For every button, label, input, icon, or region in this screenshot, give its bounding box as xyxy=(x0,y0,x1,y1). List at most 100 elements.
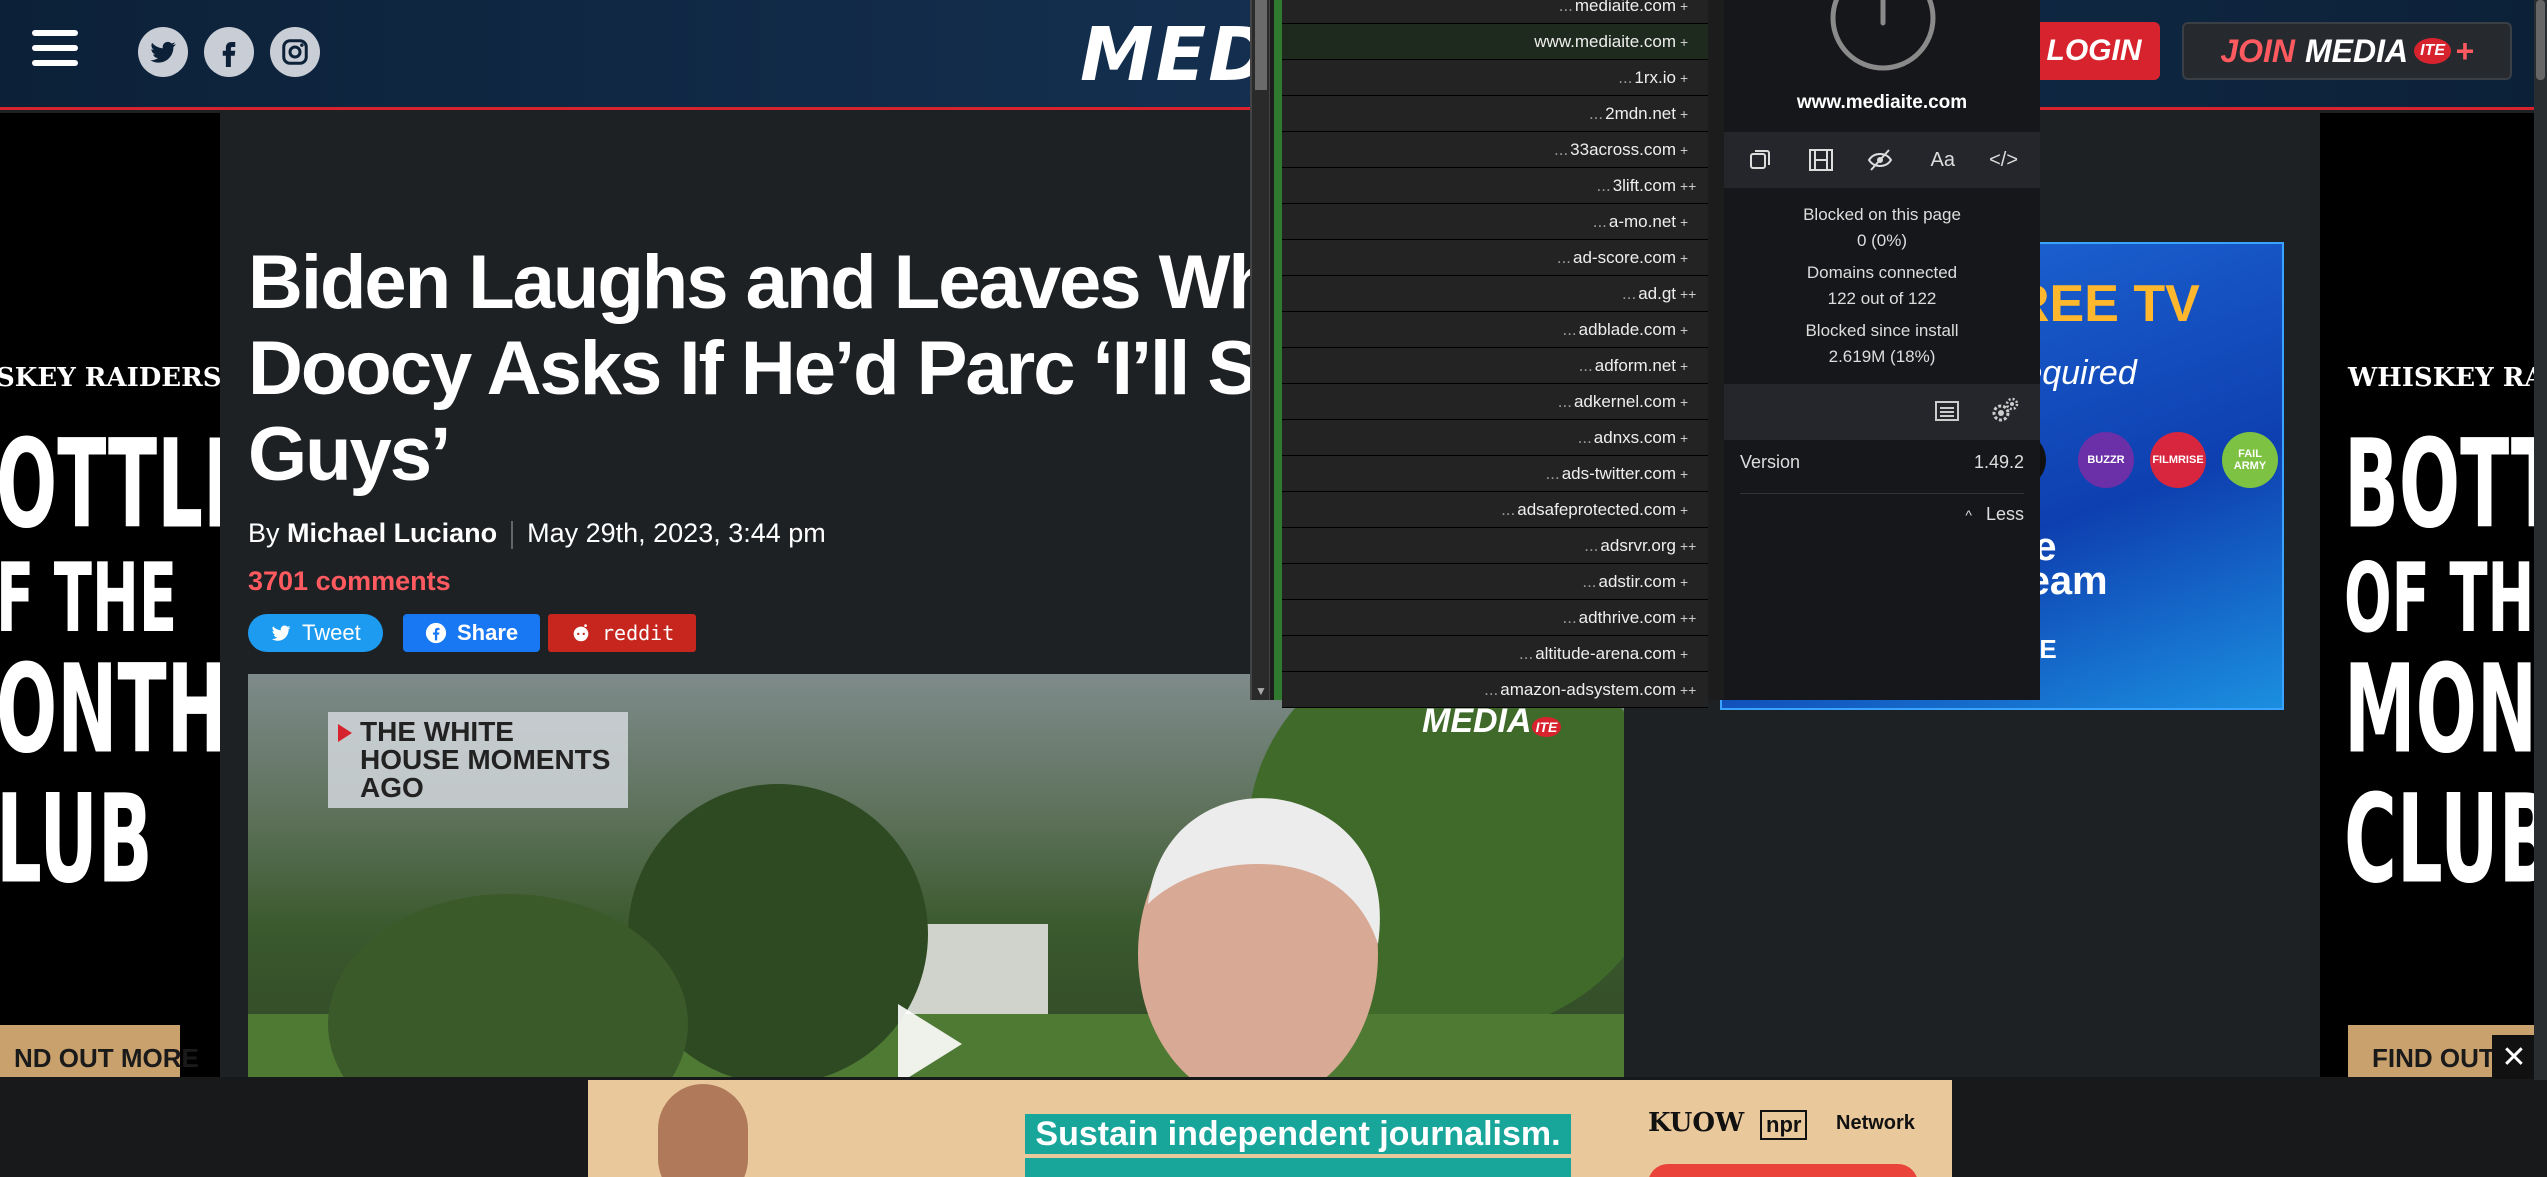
domain-name: adkernel.com xyxy=(1573,391,1676,411)
blocked-since-install-label: Blocked since install xyxy=(1805,321,1959,340)
left-ad-line-3: ONTH xyxy=(0,637,220,781)
domains-connected-value: 122 out of 122 xyxy=(1827,289,1937,308)
left-side-ad[interactable]: SKEY RAIDERS OTTLE F THE ONTH LUB ND OUT… xyxy=(0,113,220,1090)
domain-name: 1rx.io xyxy=(1634,67,1676,87)
byline-divider xyxy=(511,520,514,549)
domain-name: adblade.com xyxy=(1578,319,1676,339)
domain-request-count: + xyxy=(1680,393,1689,410)
ublock-domain-row[interactable]: ... a-mo.net + xyxy=(1282,204,1708,240)
ublock-domain-row[interactable]: ... adkernel.com + xyxy=(1282,384,1708,420)
domains-connected-label: Domains connected xyxy=(1806,263,1958,282)
byline-prefix: By xyxy=(248,518,280,548)
join-plus-label: + xyxy=(2455,32,2474,69)
domain-request-count: ++ xyxy=(1680,177,1697,194)
ublock-domain-row[interactable]: ... adsafeprotected.com + xyxy=(1282,492,1708,528)
ublock-domain-row[interactable]: ... altitude-arena.com + xyxy=(1282,636,1708,672)
domain-name: mediaite.com xyxy=(1574,0,1676,15)
twitter-icon[interactable] xyxy=(138,27,188,77)
comments-link[interactable]: 3701 comments xyxy=(248,566,451,597)
domain-name: altitude-arena.com xyxy=(1535,643,1676,663)
npr-logo: npr xyxy=(1760,1110,1808,1140)
power-icon[interactable] xyxy=(1828,0,1938,78)
ublock-domain-row[interactable]: ... 33across.com + xyxy=(1282,132,1708,168)
right-ad-line-2: OF TH xyxy=(2344,544,2535,655)
domain-request-count: + xyxy=(1680,501,1689,518)
right-ad-line-1: BOTTL xyxy=(2344,412,2547,556)
less-toggle[interactable]: ^ Less xyxy=(1724,504,2024,525)
kuow-bottom-ad[interactable]: Sustain independent journalism. KUOW npr… xyxy=(588,1080,1952,1177)
ublock-domain-row[interactable]: www.mediaite.com + xyxy=(1282,24,1708,60)
right-side-ad[interactable]: WHISKEY RAI BOTTL OF TH MONT CLUB FIND O… xyxy=(2320,113,2547,1090)
ublock-domain-row[interactable]: ... adform.net + xyxy=(1282,348,1708,384)
domain-prefix: ... xyxy=(1596,175,1611,195)
ublock-domain-row[interactable]: ... adnxs.com + xyxy=(1282,420,1708,456)
script-block-icon[interactable]: </> xyxy=(1984,140,2024,180)
facebook-icon[interactable] xyxy=(204,27,254,77)
ublock-divider xyxy=(1740,493,2024,494)
ublock-domain-row[interactable]: ... 3lift.com ++ xyxy=(1282,168,1708,204)
ublock-domain-row[interactable]: ... 1rx.io + xyxy=(1282,60,1708,96)
font-block-icon[interactable]: Aa xyxy=(1923,140,1963,180)
join-mediaite-plus-button[interactable]: JOIN MEDIA ITE + xyxy=(2182,22,2512,80)
ublock-domain-row[interactable]: ... 2mdn.net + xyxy=(1282,96,1708,132)
instagram-icon[interactable] xyxy=(270,27,320,77)
promo-channel-logo: BUZZR xyxy=(2078,432,2134,488)
domain-name: adstir.com xyxy=(1598,571,1676,591)
ublock-domain-row[interactable]: ... ad.gt ++ xyxy=(1282,276,1708,312)
author-link[interactable]: Michael Luciano xyxy=(287,518,497,548)
reddit-share-button[interactable]: reddit xyxy=(548,614,697,652)
domain-request-count: + xyxy=(1680,69,1689,86)
ublock-scrollbar[interactable]: ▼ xyxy=(1252,0,1270,700)
ublock-domain-row[interactable]: ... mediaite.com + xyxy=(1282,0,1708,24)
domain-name: 33across.com xyxy=(1570,139,1676,159)
twitter-bird-icon xyxy=(271,625,291,641)
domain-prefix: ... xyxy=(1554,139,1569,159)
facebook-share-button[interactable]: Share xyxy=(403,614,541,652)
page-scrollbar[interactable] xyxy=(2534,0,2547,1080)
ublock-allow-column xyxy=(1274,0,1282,700)
ublock-domain-row[interactable]: ... ad-score.com + xyxy=(1282,240,1708,276)
video-frame-person xyxy=(1138,798,1380,1094)
popup-block-icon[interactable] xyxy=(1740,140,1780,180)
publish-date: May 29th, 2023, 3:44 pm xyxy=(527,518,826,548)
ublock-domain-row[interactable]: ... adthrive.com ++ xyxy=(1282,600,1708,636)
domain-prefix: ... xyxy=(1577,427,1592,447)
reddit-share-label: reddit xyxy=(602,621,675,645)
ublock-domain-list[interactable]: ▼ ... mediaite.com + www.mediaite.com +... 1r… xyxy=(1250,0,1724,708)
domain-name: adnxs.com xyxy=(1593,427,1676,447)
domain-request-count: + xyxy=(1680,357,1689,374)
video-player[interactable]: THE WHITE HOUSE MOMENTS AGO MEDIA ITE xyxy=(248,674,1624,1094)
ublock-domain-row[interactable]: ... adstir.com + xyxy=(1282,564,1708,600)
settings-gears-icon[interactable] xyxy=(1990,396,2020,426)
domain-request-count: ++ xyxy=(1680,681,1697,698)
close-ad-button[interactable]: ✕ xyxy=(2492,1035,2536,1079)
ublock-domain-row[interactable]: ... ads-twitter.com + xyxy=(1282,456,1708,492)
domain-request-count: + xyxy=(1680,33,1689,50)
ublock-domain-row[interactable]: ... adsrvr.org ++ xyxy=(1282,528,1708,564)
site-logo[interactable]: MED xyxy=(1080,12,1272,98)
bottom-ad-cta-button[interactable] xyxy=(1648,1164,1918,1177)
login-button[interactable]: LOGIN xyxy=(2028,22,2160,80)
domain-request-count: + xyxy=(1680,321,1689,338)
tweet-button[interactable]: Tweet xyxy=(248,614,383,652)
domain-request-count: ++ xyxy=(1680,609,1697,626)
video-watermark-badge: ITE xyxy=(1531,717,1562,737)
left-ad-line-1: OTTLE xyxy=(0,412,220,556)
kuow-logo: KUOW xyxy=(1648,1108,1745,1138)
reddit-icon xyxy=(573,624,589,642)
video-chyron: THE WHITE HOUSE MOMENTS AGO xyxy=(328,712,628,808)
domain-request-count: + xyxy=(1680,213,1689,230)
domain-name: a-mo.net xyxy=(1608,211,1676,231)
facebook-icon xyxy=(425,622,447,644)
hamburger-menu-icon[interactable] xyxy=(32,30,78,72)
domain-name: 3lift.com xyxy=(1612,175,1676,195)
ublock-domain-row[interactable]: ... amazon-adsystem.com ++ xyxy=(1282,672,1708,708)
ublock-domain-row[interactable]: ... adblade.com + xyxy=(1282,312,1708,348)
ublock-toolbar: Aa </> xyxy=(1724,132,2040,188)
media-block-icon[interactable] xyxy=(1801,140,1841,180)
play-icon[interactable] xyxy=(898,1004,962,1084)
logger-icon[interactable] xyxy=(1934,398,1960,424)
right-ad-brand: WHISKEY RAI xyxy=(2348,363,2547,393)
domain-request-count: + xyxy=(1680,0,1689,14)
cosmetic-filter-icon[interactable] xyxy=(1862,140,1902,180)
